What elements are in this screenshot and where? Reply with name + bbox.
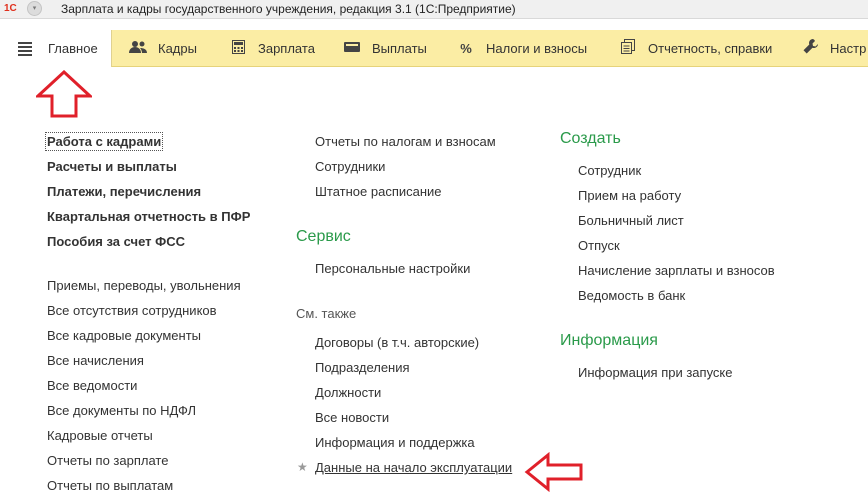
main-menu-button[interactable]: ▾ — [27, 1, 42, 16]
nav-transfers[interactable]: Платежи, перечисления — [47, 184, 201, 199]
section-label: Зарплата — [258, 40, 315, 56]
section-taxes[interactable]: % Налоги и взносы — [456, 30, 587, 66]
section-settings[interactable]: Настр — [800, 30, 866, 66]
wallet-icon — [342, 41, 362, 56]
nav-hr-work[interactable]: Работа с кадрами — [44, 132, 164, 151]
section-label: Отчетность, справки — [648, 40, 773, 56]
section-salary[interactable]: Зарплата — [228, 30, 315, 66]
create-employee[interactable]: Сотрудник — [578, 163, 641, 178]
create-hiring[interactable]: Прием на работу — [578, 188, 681, 203]
create-payroll[interactable]: Начисление зарплаты и взносов — [578, 263, 775, 278]
section-label: Налоги и взносы — [486, 40, 588, 56]
nav-hr-documents[interactable]: Все кадровые документы — [47, 328, 201, 343]
favorite-star-icon[interactable]: ★ — [297, 460, 308, 474]
sections-panel: Главное Кадры Зарплата Выплаты % Налоги … — [0, 30, 868, 67]
window-title: Зарплата и кадры государственного учрежд… — [61, 2, 516, 16]
nav-initial-data[interactable]: Данные на начало эксплуатации — [315, 460, 512, 475]
nav-salary-reports[interactable]: Отчеты по зарплате — [47, 453, 168, 468]
people-icon — [128, 40, 148, 57]
annotation-arrow-left-icon — [524, 452, 583, 492]
section-label: Выплаты — [372, 40, 427, 56]
section-reports[interactable]: Отчетность, справки — [618, 30, 772, 66]
nav-news[interactable]: Все новости — [315, 410, 389, 425]
section-label: Кадры — [158, 40, 197, 56]
reports-icon — [618, 39, 638, 57]
nav-pfr-reports[interactable]: Квартальная отчетность в ПФР — [47, 209, 250, 224]
nav-contracts[interactable]: Договоры (в т.ч. авторские) — [315, 335, 479, 350]
group-title-info: Информация — [560, 332, 658, 349]
nav-staffing-table[interactable]: Штатное расписание — [315, 184, 442, 199]
menu-lines-icon — [18, 40, 32, 58]
info-on-startup[interactable]: Информация при запуске — [578, 365, 733, 380]
nav-statements[interactable]: Все ведомости — [47, 378, 137, 393]
nav-hiring-transfers[interactable]: Приемы, переводы, увольнения — [47, 278, 241, 293]
section-payments[interactable]: Выплаты — [342, 30, 427, 66]
wrench-icon — [800, 39, 820, 57]
nav-fss-benefits[interactable]: Пособия за счет ФСС — [47, 234, 185, 249]
app-logo-icon: 1С — [4, 3, 17, 14]
nav-info-support[interactable]: Информация и поддержка — [315, 435, 475, 450]
nav-personal-settings[interactable]: Персональные настройки — [315, 261, 470, 276]
create-bank-statement[interactable]: Ведомость в банк — [578, 288, 685, 303]
section-label: Настр — [830, 40, 867, 56]
group-title-see-also: См. также — [296, 306, 357, 321]
window-titlebar: 1С ▾ Зарплата и кадры государственного у… — [0, 0, 868, 19]
nav-accruals[interactable]: Все начисления — [47, 353, 144, 368]
group-title-service: Сервис — [296, 228, 351, 245]
nav-tax-reports[interactable]: Отчеты по налогам и взносам — [315, 134, 496, 149]
section-hr[interactable]: Кадры — [128, 30, 197, 66]
nav-departments[interactable]: Подразделения — [315, 360, 410, 375]
annotation-arrow-up-icon — [36, 70, 92, 118]
nav-calc-payments[interactable]: Расчеты и выплаты — [47, 159, 177, 174]
nav-hr-reports[interactable]: Кадровые отчеты — [47, 428, 153, 443]
group-title-create: Создать — [560, 130, 621, 147]
create-sick-leave[interactable]: Больничный лист — [578, 213, 684, 228]
section-label: Главное — [48, 41, 98, 56]
nav-absences[interactable]: Все отсутствия сотрудников — [47, 303, 217, 318]
create-vacation[interactable]: Отпуск — [578, 238, 620, 253]
nav-employees[interactable]: Сотрудники — [315, 159, 385, 174]
nav-positions[interactable]: Должности — [315, 385, 381, 400]
nav-ndfl-documents[interactable]: Все документы по НДФЛ — [47, 403, 196, 418]
calculator-icon — [228, 39, 248, 57]
nav-payment-reports[interactable]: Отчеты по выплатам — [47, 478, 173, 493]
percent-icon: % — [460, 40, 472, 56]
section-main[interactable]: Главное — [0, 30, 112, 67]
